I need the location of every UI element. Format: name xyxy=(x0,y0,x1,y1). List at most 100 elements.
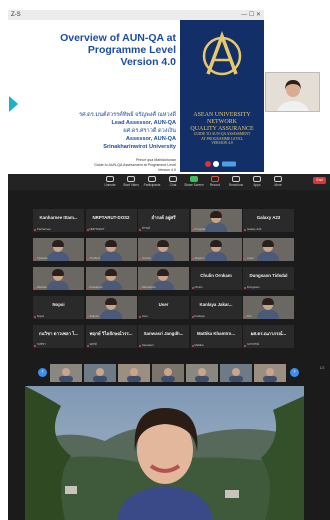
participant-tile[interactable]: User User xyxy=(138,296,189,319)
end-meeting-button[interactable]: End xyxy=(313,177,326,184)
participant-name: ผศ.ดร.ณภาภรณ์... xyxy=(250,330,287,336)
participant-tile[interactable]: Sunisa xyxy=(138,238,189,261)
participant-tile[interactable]: Pim xyxy=(243,296,294,319)
presenter-line: รศ.ดร.มนต์สวรรค์ทิพย์ จรัญพงศ์ ณหวงดี xyxy=(79,112,176,118)
more-button[interactable]: More xyxy=(268,175,288,189)
participant-tile[interactable]: Mattika Khamtro... Mattika xyxy=(190,325,242,348)
video-thumbnail[interactable] xyxy=(152,364,184,382)
window-controls[interactable]: — ☐ ✕ xyxy=(241,10,261,20)
share-button[interactable]: Share Screen xyxy=(184,175,204,189)
book-subtitle: GUIDE TO AUN-QA ASSESSMENT AT PROGRAMME … xyxy=(193,132,251,146)
participant-tile[interactable]: Jiraporn xyxy=(190,238,242,261)
participant-tile[interactable]: Pongsak xyxy=(190,209,242,232)
participant-caption: Dungsaon xyxy=(247,285,260,289)
participant-tile[interactable]: Sanwasri Jangdh... Sanwasri xyxy=(138,325,189,348)
participant-name: User xyxy=(158,301,169,307)
video-thumbnail[interactable] xyxy=(254,364,286,382)
participant-tile[interactable]: Wanida xyxy=(33,267,84,290)
participant-name: Nopsi xyxy=(52,301,65,307)
participant-name: Mattika Khamtro... xyxy=(196,330,236,336)
participant-avatar-icon xyxy=(262,298,274,305)
slide-footer: Prince qua Mahidolnuran Guide to AUN-QA … xyxy=(94,158,176,172)
participant-name: Dungsaon Tidsdal xyxy=(249,272,288,278)
muted-mic-icon xyxy=(244,345,246,347)
thumbnail-person-icon xyxy=(152,364,184,382)
participant-tile[interactable]: Galaxy A23 Galaxy A23 xyxy=(243,209,294,232)
participant-caption: Kanokporn xyxy=(89,285,104,289)
video-thumbnail[interactable] xyxy=(186,364,218,382)
thumbnail-person-icon xyxy=(186,364,218,382)
record-label: Record xyxy=(209,183,221,187)
participant-caption: Anan xyxy=(247,256,254,260)
participant-tile[interactable]: TU-Dent xyxy=(85,238,137,261)
participant-tile[interactable]: พฤกษ์ วิไลลักษณ์วรร... พฤกษ์ xyxy=(85,325,137,348)
participant-tile[interactable]: ธำรงค์ อยู่ศรี ธำรงค์ xyxy=(138,209,189,232)
reactions-button[interactable]: Reactions xyxy=(226,175,246,189)
muted-mic-icon xyxy=(86,287,89,289)
chat-button[interactable]: Chat xyxy=(163,175,183,189)
participant-tile[interactable]: Chulin Ornkam Chulin xyxy=(190,267,242,290)
participant-avatar-icon xyxy=(47,252,69,261)
muted-mic-icon xyxy=(191,316,194,318)
chat-label: Chat xyxy=(169,183,177,187)
participant-name: Sanwasri Jangdh... xyxy=(143,330,184,336)
muted-mic-icon xyxy=(244,287,246,289)
video-thumbnail[interactable] xyxy=(220,364,252,382)
participant-avatar-icon xyxy=(257,252,279,261)
side-speaker-video[interactable] xyxy=(265,72,320,112)
more-label: More xyxy=(274,183,282,187)
video-thumbnail[interactable] xyxy=(118,364,150,382)
participant-caption: Nopsi xyxy=(37,314,45,318)
apps-button[interactable]: Apps xyxy=(247,175,267,189)
participant-tile[interactable]: Kanokporn xyxy=(85,267,137,290)
participant-avatar-icon xyxy=(104,298,117,305)
participant-tile[interactable]: Weerachai xyxy=(138,267,189,290)
video-thumbnail[interactable] xyxy=(84,364,116,382)
participant-caption: กนวิชา xyxy=(37,342,46,346)
participant-tile[interactable]: Kanharnee Ittam... Kanharnee xyxy=(33,209,84,232)
participant-avatar-icon xyxy=(104,269,117,276)
page-indicator[interactable]: 1/2 xyxy=(315,366,329,370)
next-page-icon[interactable]: › xyxy=(290,368,299,377)
participant-tile[interactable]: Dungsaon Tidsdal Dungsaon xyxy=(243,267,294,290)
video-thumbnail[interactable] xyxy=(50,364,82,382)
mute-button[interactable]: Unmute xyxy=(100,175,120,189)
slide-title: Overview of AUN-QA at Programme Level Ve… xyxy=(60,32,176,68)
record-icon xyxy=(211,176,219,182)
participant-caption: TU-Dent xyxy=(89,256,101,260)
participant-avatar-icon xyxy=(47,281,69,290)
participant-caption: User xyxy=(142,314,148,318)
chat-icon xyxy=(169,176,177,182)
active-speaker-video[interactable] xyxy=(25,386,304,520)
muted-mic-icon xyxy=(139,258,141,260)
speaker-silhouette-icon xyxy=(266,73,319,111)
participant-caption: NRPTARUT xyxy=(89,227,105,231)
participant-tile[interactable]: Nopsi Nopsi xyxy=(33,296,84,319)
aun-qa-book-cover: ASEAN UNIVERSITY NETWORK QUALITY ASSURAN… xyxy=(180,20,264,172)
participant-tile[interactable]: กนวิชา ดาวเพลา ไ... กนวิชา xyxy=(33,325,84,348)
thumbnail-person-icon xyxy=(118,364,150,382)
participant-name: NRPTARUT-DOS2 xyxy=(92,214,130,220)
participant-tile[interactable]: Anan xyxy=(243,238,294,261)
muted-mic-icon xyxy=(34,345,36,347)
muted-mic-icon xyxy=(86,345,89,347)
participant-tile[interactable]: Tipawan xyxy=(33,238,84,261)
prev-page-icon[interactable]: ‹ xyxy=(38,368,47,377)
participant-avatar-icon xyxy=(99,252,122,261)
participant-name: ธำรงค์ อยู่ศรี xyxy=(151,214,176,220)
participant-name: Kanharnee Ittam... xyxy=(39,214,78,220)
participant-name: Kanlaya Jakar... xyxy=(199,301,233,307)
participant-avatar-icon xyxy=(204,252,227,261)
participants-button[interactable]: Participants xyxy=(142,175,162,189)
video-label: Start Video xyxy=(123,183,139,187)
record-button[interactable]: Record xyxy=(205,175,225,189)
muted-mic-icon xyxy=(139,229,141,231)
participant-tile[interactable]: ผศ.ดร.ณภาภรณ์... ณภาภรณ์ xyxy=(243,325,294,348)
presenter-line: Assessor, AUN-QA xyxy=(125,136,176,142)
video-button[interactable]: Start Video xyxy=(121,175,141,189)
participant-avatar-icon xyxy=(99,310,122,319)
muted-mic-icon xyxy=(139,316,141,318)
participant-tile[interactable]: Siriporn xyxy=(85,296,137,319)
participant-tile[interactable]: NRPTARUT-DOS2 NRPTARUT xyxy=(85,209,137,232)
participant-tile[interactable]: Kanlaya Jakar... Kanlaya xyxy=(190,296,242,319)
